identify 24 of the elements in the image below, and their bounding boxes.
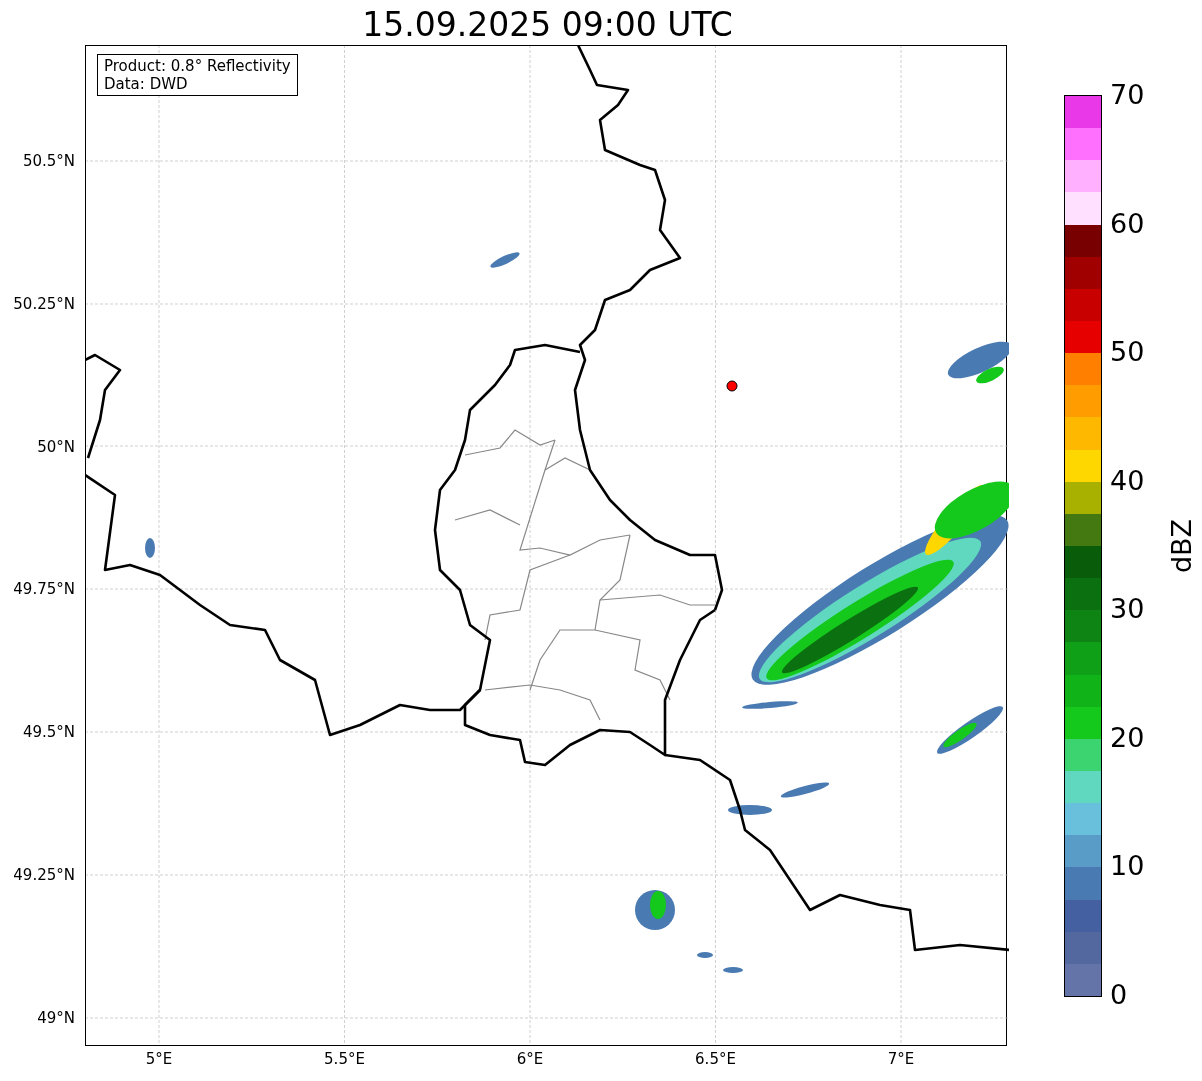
colorbar-tick-label: 10 [1110,851,1145,882]
colorbar-tick-label: 50 [1110,337,1145,368]
axis-tick-label: 5.5°E [324,1050,365,1068]
chart-title: 15.09.2025 09:00 UTC [362,5,733,45]
axis-tick-label: 50.5°N [22,152,75,170]
axis-tick-label: 49.25°N [13,866,75,884]
info-text: Product: 0.8° Reflectivity [104,57,291,75]
axis-tick-label: 6°E [516,1050,544,1068]
axis-tick-label: 5°E [145,1050,173,1068]
axis-tick-label: 49.75°N [13,580,75,599]
colorbar-label: dBZ [1167,518,1197,574]
colorbar-tick-label: 40 [1110,465,1145,496]
axis-tick-label: 7°E [887,1050,915,1068]
axis-tick-label: 49°N [37,1008,75,1027]
axis-tick-label: 49.5°N [22,723,75,742]
colorbar-tick-label: 70 [1110,80,1145,110]
colorbar-tick-label: 20 [1110,722,1145,753]
axis-tick-label: 50°N [37,437,75,456]
colorbar-tick-label: 30 [1110,594,1145,625]
axis-tick-label: 50.25°N [13,294,75,313]
info-text: Data: DWD [104,75,189,93]
colorbar-tick-label: 0 [1110,980,1128,1010]
colorbar-tick-label: 60 [1110,208,1145,239]
axis-tick-label: 6.5°E [695,1050,736,1068]
